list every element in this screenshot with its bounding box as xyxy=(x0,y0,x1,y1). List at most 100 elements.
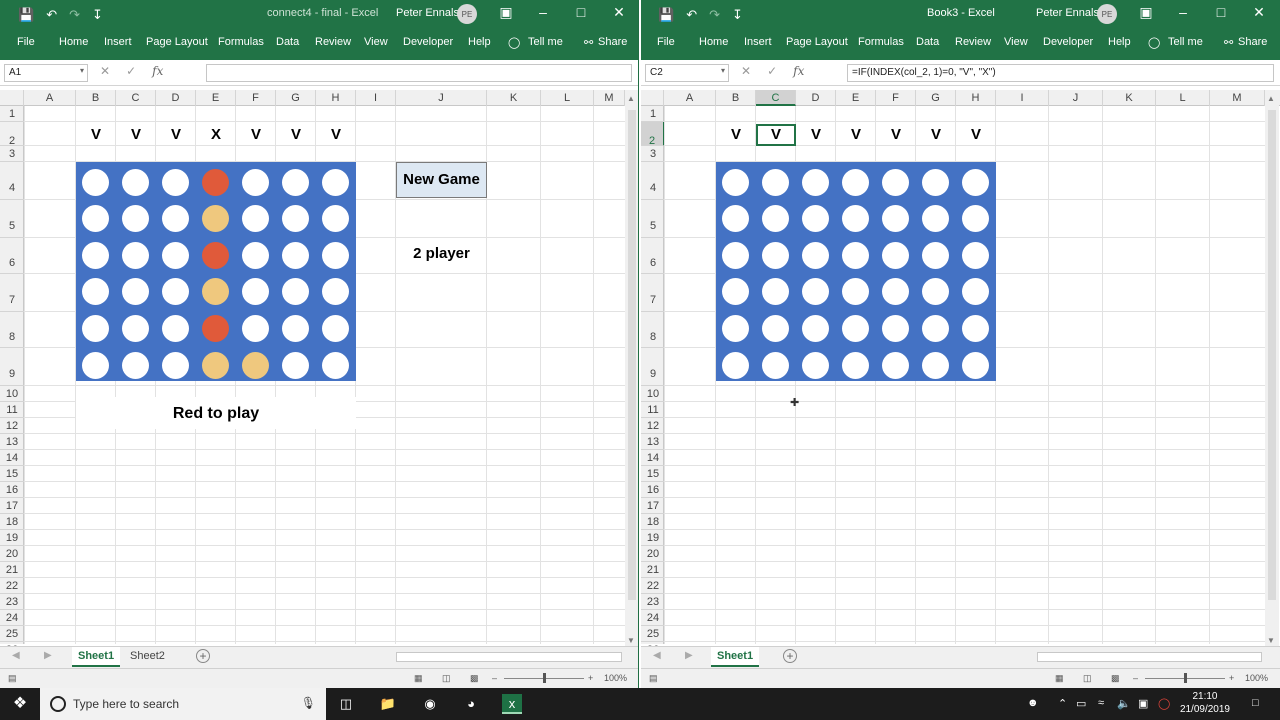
column-header-a[interactable]: A xyxy=(664,90,716,106)
row-header-23[interactable]: 23 xyxy=(0,594,24,610)
zoom-slider-thumb[interactable] xyxy=(543,673,546,683)
wifi-icon[interactable]: ≈ xyxy=(1098,697,1104,709)
horizontal-scrollbar[interactable] xyxy=(1037,652,1262,662)
board-slot[interactable] xyxy=(82,352,109,379)
board-slot[interactable] xyxy=(242,205,269,232)
select-all-corner[interactable] xyxy=(641,90,664,106)
board-slot[interactable] xyxy=(882,315,909,342)
yellow-counter[interactable] xyxy=(202,352,229,379)
row-header-19[interactable]: 19 xyxy=(0,530,24,546)
board-slot[interactable] xyxy=(242,242,269,269)
name-box[interactable]: C2 ▾ xyxy=(645,64,729,82)
add-sheet-icon[interactable]: + xyxy=(783,649,797,663)
zoom-out-icon[interactable]: – xyxy=(1133,673,1138,683)
row-header-11[interactable]: 11 xyxy=(641,402,665,418)
page-layout-view-icon[interactable]: ◫ xyxy=(1083,673,1092,684)
column-mark-b[interactable]: V xyxy=(716,126,756,143)
board-slot[interactable] xyxy=(962,242,989,269)
row-header-12[interactable]: 12 xyxy=(641,418,665,434)
user-name[interactable]: Peter Ennals xyxy=(1036,7,1099,19)
board-slot[interactable] xyxy=(882,278,909,305)
row-header-21[interactable]: 21 xyxy=(0,562,24,578)
row-header-1[interactable]: 1 xyxy=(0,106,24,122)
row-header-10[interactable]: 10 xyxy=(0,386,24,402)
tab-data[interactable]: Data xyxy=(916,36,939,48)
row-header-13[interactable]: 13 xyxy=(641,434,665,450)
row-header-16[interactable]: 16 xyxy=(641,482,665,498)
tab-help[interactable]: Help xyxy=(1108,36,1131,48)
board-slot[interactable] xyxy=(922,278,949,305)
column-header-h[interactable]: H xyxy=(316,90,356,106)
row-header-9[interactable]: 9 xyxy=(0,348,24,386)
board-slot[interactable] xyxy=(882,205,909,232)
sheet-tab-sheet1[interactable]: Sheet1 xyxy=(711,647,760,667)
board-slot[interactable] xyxy=(122,315,149,342)
row-header-20[interactable]: 20 xyxy=(0,546,24,562)
board-slot[interactable] xyxy=(162,278,189,305)
formula-input[interactable]: =IF(INDEX(col_2, 1)=0, "V", "X") xyxy=(847,64,1274,82)
board-slot[interactable] xyxy=(82,315,109,342)
row-header-18[interactable]: 18 xyxy=(0,514,24,530)
zoom-in-icon[interactable]: + xyxy=(1229,673,1234,683)
board-slot[interactable] xyxy=(82,242,109,269)
scroll-down-icon[interactable]: ▼ xyxy=(1267,636,1275,645)
board-slot[interactable] xyxy=(722,242,749,269)
board-slot[interactable] xyxy=(162,205,189,232)
column-mark-e[interactable]: X xyxy=(196,126,236,143)
tab-file[interactable]: File xyxy=(657,36,675,48)
board-slot[interactable] xyxy=(802,352,829,379)
board-slot[interactable] xyxy=(162,242,189,269)
row-header-13[interactable]: 13 xyxy=(0,434,24,450)
minimize-icon[interactable]: – xyxy=(1173,4,1193,20)
new-game-button[interactable]: New Game xyxy=(396,162,487,198)
board-slot[interactable] xyxy=(722,352,749,379)
column-header-g[interactable]: G xyxy=(916,90,956,106)
cancel-icon[interactable]: ✕ xyxy=(741,64,751,78)
board-slot[interactable] xyxy=(962,169,989,196)
share-button[interactable]: Share xyxy=(598,36,627,48)
tab-developer[interactable]: Developer xyxy=(1043,36,1093,48)
board-slot[interactable] xyxy=(282,242,309,269)
macro-record-icon[interactable]: ▤ xyxy=(8,673,17,684)
column-header-l[interactable]: L xyxy=(541,90,594,106)
board-slot[interactable] xyxy=(122,278,149,305)
vertical-scrollbar[interactable]: ▲ ▼ xyxy=(625,90,638,648)
board-slot[interactable] xyxy=(922,352,949,379)
tab-review[interactable]: Review xyxy=(955,36,991,48)
row-header-3[interactable]: 3 xyxy=(641,146,665,162)
board-slot[interactable] xyxy=(802,205,829,232)
zoom-out-icon[interactable]: – xyxy=(492,673,497,683)
normal-view-icon[interactable]: ▦ xyxy=(1055,673,1064,684)
worksheet-grid[interactable]: V V V V V V V ✚ xyxy=(664,106,1265,644)
row-header-14[interactable]: 14 xyxy=(641,450,665,466)
column-mark-g[interactable]: V xyxy=(276,126,316,143)
board-slot[interactable] xyxy=(242,278,269,305)
column-header-f[interactable]: F xyxy=(876,90,916,106)
sheet-prev-icon[interactable]: ◀ xyxy=(653,650,661,661)
board-slot[interactable] xyxy=(722,278,749,305)
notifications-icon[interactable]: □ xyxy=(1252,697,1259,709)
avatar[interactable]: PE xyxy=(1097,4,1117,24)
board-slot[interactable] xyxy=(282,278,309,305)
row-header-24[interactable]: 24 xyxy=(641,610,665,626)
scroll-thumb[interactable] xyxy=(628,110,636,600)
user-name[interactable]: Peter Ennals xyxy=(396,7,459,19)
row-header-6[interactable]: 6 xyxy=(641,238,665,274)
row-header-25[interactable]: 25 xyxy=(641,626,665,642)
tab-home[interactable]: Home xyxy=(699,36,728,48)
row-header-23[interactable]: 23 xyxy=(641,594,665,610)
undo-icon[interactable]: ↶ xyxy=(46,7,57,23)
cortana-icon[interactable] xyxy=(50,696,66,712)
red-counter[interactable] xyxy=(202,169,229,196)
board-slot[interactable] xyxy=(842,278,869,305)
sheet-next-icon[interactable]: ▶ xyxy=(685,650,693,661)
column-mark-e[interactable]: V xyxy=(836,126,876,143)
board-slot[interactable] xyxy=(762,278,789,305)
row-header-3[interactable]: 3 xyxy=(0,146,24,162)
row-header-9[interactable]: 9 xyxy=(641,348,665,386)
windows-start-icon[interactable]: ❖ xyxy=(10,694,30,714)
board-slot[interactable] xyxy=(802,169,829,196)
board-slot[interactable] xyxy=(322,352,349,379)
column-header-m[interactable]: M xyxy=(1210,90,1265,106)
board-slot[interactable] xyxy=(762,242,789,269)
